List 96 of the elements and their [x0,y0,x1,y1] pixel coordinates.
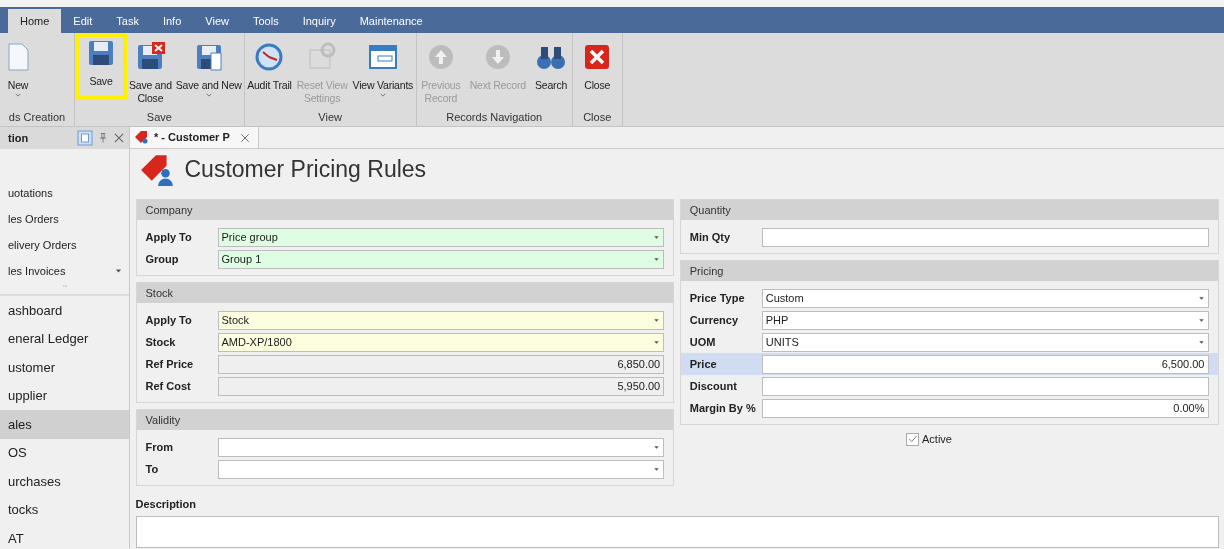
caret-icon [653,444,661,450]
caret-icon [14,92,22,98]
caret-icon [1197,295,1205,301]
nav-item[interactable]: eneral Ledger [0,324,129,353]
price-tag-icon [139,152,174,187]
price-tag-icon [134,129,150,146]
field-label: Ref Price [145,356,195,372]
caret-icon [1197,339,1205,345]
field-label: Ref Cost [145,378,192,394]
dropdown-field[interactable]: Group 1 [217,249,665,269]
field-label: Margin By % [689,400,757,416]
nav-item[interactable]: les Invoices [0,258,129,284]
ribbon-button[interactable]: Save and New [173,39,244,100]
caret-icon [204,92,213,98]
close-icon [113,132,125,144]
nav-item[interactable]: OS [0,438,129,467]
ribbon-button[interactable]: Save and Close [127,39,174,107]
nav-item[interactable]: les Orders [0,206,129,232]
input-field[interactable] [761,227,1209,247]
group-header: Validity [136,410,674,430]
field-label: Apply To [145,229,193,245]
nav-item[interactable]: ashboard [0,296,129,325]
menu-tab[interactable]: Inquiry [290,9,348,33]
group-header: Pricing [680,261,1218,281]
input-field[interactable] [761,376,1209,396]
menu-tab[interactable]: View [193,9,241,33]
caret-icon [114,268,123,274]
group-label: Save [145,110,173,125]
close-icon [239,132,250,143]
field-label: UOM [689,334,717,350]
ribbon-button[interactable]: View Variants [350,39,416,100]
checkbox[interactable] [906,432,920,446]
ribbon-button[interactable]: Close [579,39,616,94]
field-label: Price [689,356,718,372]
nav-item[interactable]: tocks [0,495,129,524]
pin-icon [97,132,109,144]
dropdown-field[interactable]: AMD-XP/1800 [217,332,665,352]
nav-item[interactable]: uotations [0,180,129,206]
input-field[interactable]: 0.00% [761,398,1209,418]
group-label: ds Creation [7,110,67,125]
field-label: To [145,461,160,477]
dropdown-field[interactable]: Stock [217,310,665,330]
menu-tab[interactable]: Info [150,9,194,33]
panel-title: tion [8,130,30,146]
menu-tab[interactable]: Home [8,9,62,33]
field-label: Discount [689,378,738,394]
menu-tab[interactable]: Edit [61,9,105,33]
dropdown-field[interactable] [217,459,665,479]
field-label: Group [145,251,180,267]
readonly-field: 5,950.00 [217,376,665,396]
field-label: Min Qty [689,229,732,245]
caret-icon [1197,317,1205,323]
document-tab[interactable]: * - Customer P [130,127,259,148]
nav-item[interactable]: urchases [0,467,129,496]
menu-tab[interactable]: Task [104,9,151,33]
field-label: Description [135,497,197,512]
nav-item[interactable]: elivery Orders [0,232,129,258]
caret-icon [653,317,661,323]
dropdown-field[interactable]: Price group [217,227,665,247]
dropdown-field[interactable]: UNITS [761,332,1209,352]
nav-item[interactable]: upplier [0,381,129,410]
nav-item[interactable]: ales [0,410,129,439]
readonly-field: 6,850.00 [217,354,665,374]
page-title: Customer Pricing Rules [184,155,427,185]
nav-item[interactable]: AT [0,524,129,549]
ribbon-button[interactable]: New [0,39,36,100]
field-label: Price Type [689,290,746,306]
group-header: Stock [136,283,674,303]
ribbon-button[interactable]: Save [75,33,127,100]
field-label: From [145,439,174,455]
caret-icon [653,466,661,472]
checkmark-icon [907,434,918,445]
ribbon-button[interactable]: Search [533,39,570,94]
caret-icon [378,92,387,98]
dropdown-field[interactable] [217,437,665,457]
group-label: View [317,110,343,125]
field-label: Currency [689,312,740,328]
field-label: Apply To [145,312,193,328]
menu-tab[interactable]: Maintenance [347,9,435,33]
group-header: Company [136,200,674,220]
checkbox-label: Active [922,432,952,447]
dropdown-field[interactable]: Custom [761,288,1209,308]
dropdown-field[interactable]: PHP [761,310,1209,330]
group-label: Records Navigation [445,110,544,125]
field-label: Stock [145,334,177,350]
input-field[interactable]: 6,500.00 [761,354,1209,374]
menu-tab[interactable]: Tools [240,9,291,33]
nav-item[interactable]: ustomer [0,353,129,382]
caret-icon [653,339,661,345]
dock-icon [77,130,93,146]
caret-icon [653,256,661,262]
group-label: Close [582,110,613,125]
group-header: Quantity [680,200,1218,220]
description-field[interactable] [135,515,1219,548]
caret-icon [653,234,661,240]
ribbon-button[interactable]: Audit Trail [245,39,294,94]
